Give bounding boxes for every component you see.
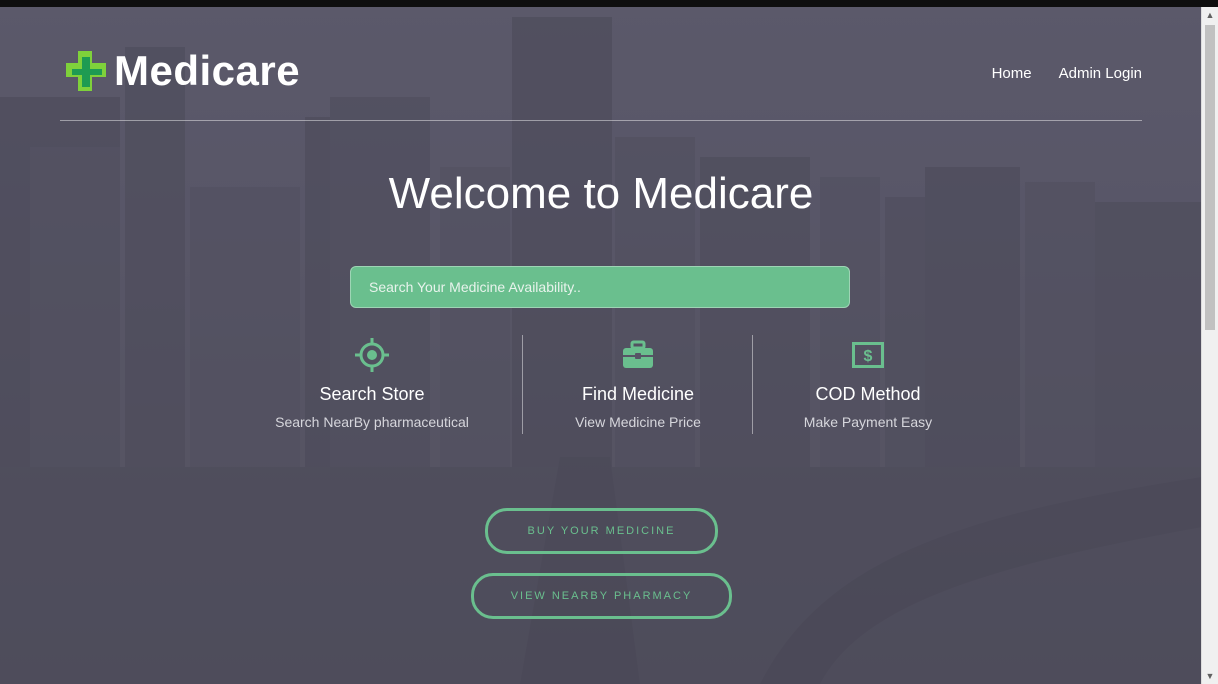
main-nav: Home Admin Login (992, 65, 1142, 82)
briefcase-icon (623, 340, 653, 368)
feature-cod-method: $ COD Method Make Payment Easy (753, 335, 983, 430)
feature-find-medicine: Find Medicine View Medicine Price (523, 335, 753, 430)
page-viewport: Medicare Home Admin Login Welcome to Med… (0, 7, 1202, 684)
view-nearby-pharmacy-button[interactable]: VIEW NEARBY PHARMACY (471, 573, 732, 619)
scroll-down-arrow-icon[interactable]: ▼ (1202, 668, 1218, 684)
browser-top-strip (0, 0, 1218, 7)
vertical-scrollbar[interactable]: ▲ ▼ (1201, 7, 1218, 684)
brand[interactable]: Medicare (62, 47, 300, 95)
feature-subtitle: Search NearBy pharmaceutical (275, 414, 469, 430)
money-icon: $ (852, 342, 884, 368)
svg-text:$: $ (864, 348, 873, 365)
hero-title: Welcome to Medicare (388, 169, 814, 218)
feature-search-store: Search Store Search NearBy pharmaceutica… (257, 335, 487, 430)
crosshair-icon (355, 338, 389, 372)
features-row: Search Store Search NearBy pharmaceutica… (0, 335, 1202, 435)
nav-home-link[interactable]: Home (992, 65, 1032, 82)
medicine-search-input[interactable] (350, 266, 850, 308)
medical-cross-logo-icon (66, 51, 106, 91)
feature-title: Find Medicine (581, 384, 695, 404)
nav-admin-login-link[interactable]: Admin Login (1059, 65, 1142, 82)
header-divider (60, 120, 1142, 121)
scroll-thumb[interactable] (1205, 25, 1215, 330)
feature-title: Search Store (319, 384, 425, 404)
brand-name: Medicare (114, 47, 301, 94)
scroll-up-arrow-icon[interactable]: ▲ (1202, 7, 1218, 23)
feature-subtitle: Make Payment Easy (803, 414, 933, 430)
feature-title: COD Method (815, 384, 921, 404)
feature-subtitle: View Medicine Price (575, 414, 701, 430)
buy-medicine-button[interactable]: BUY YOUR MEDICINE (485, 508, 718, 554)
